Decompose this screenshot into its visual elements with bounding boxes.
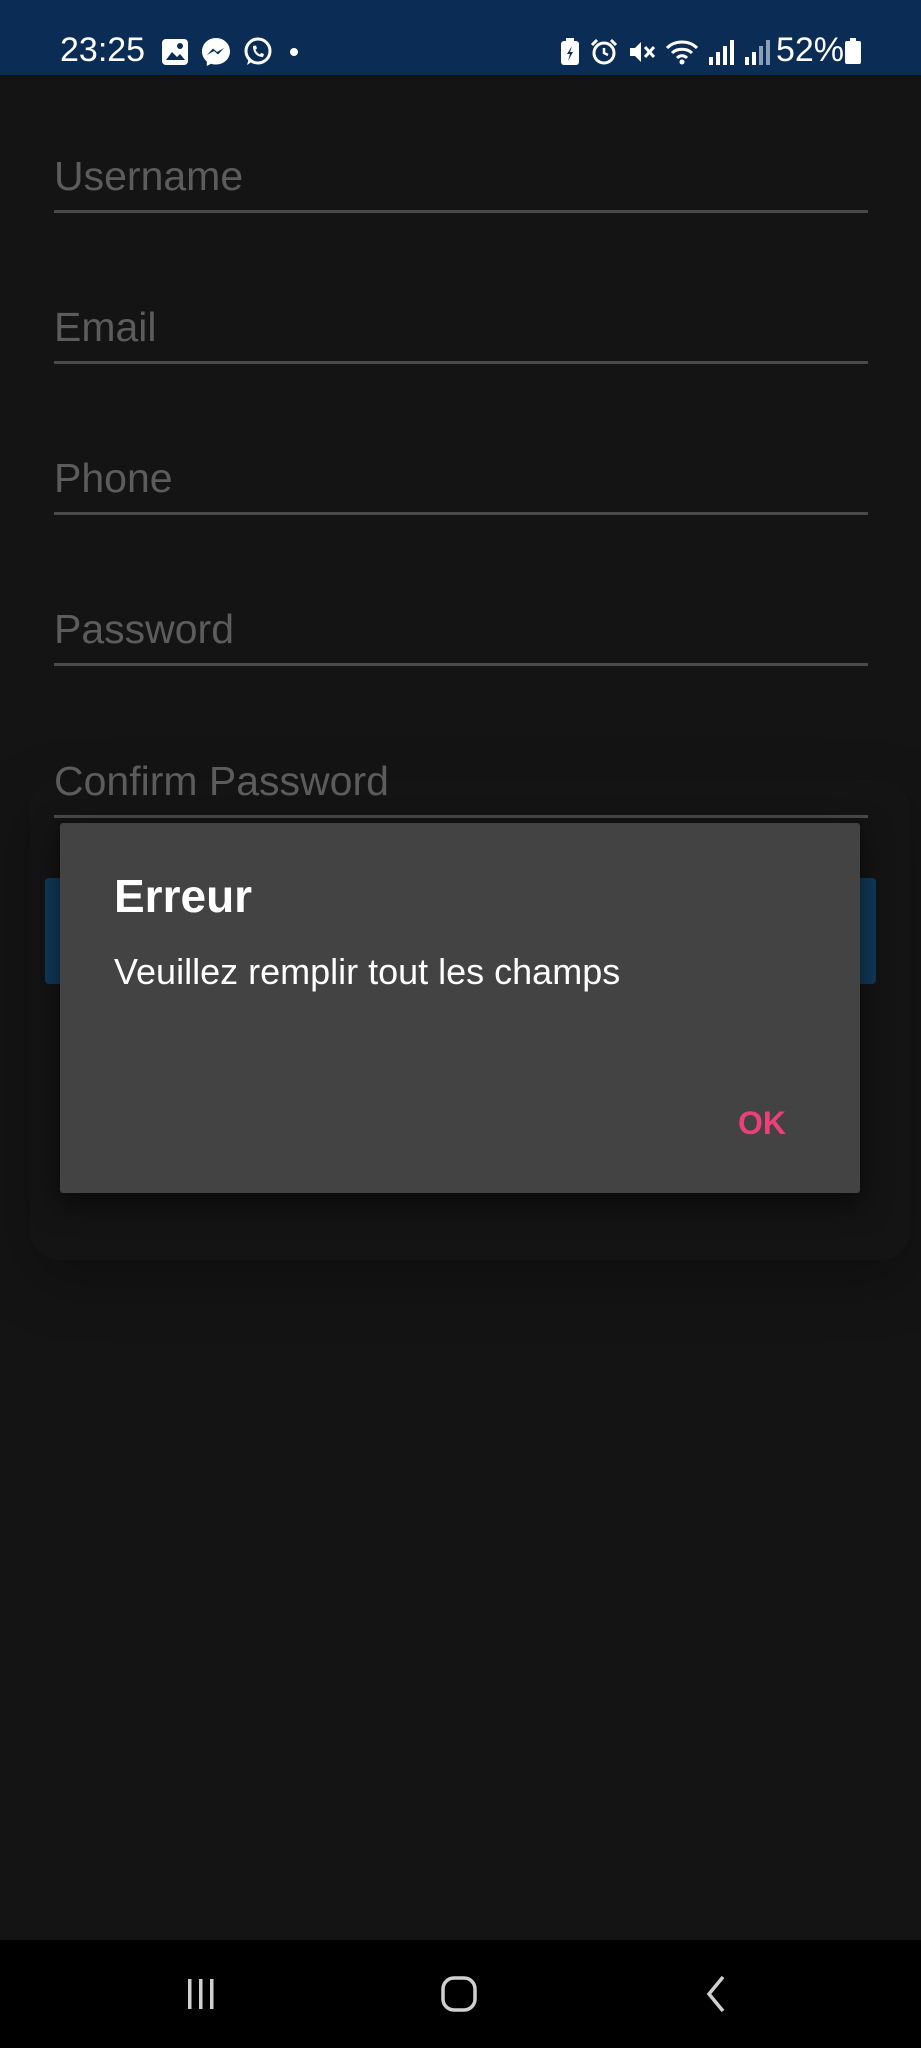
home-button[interactable]: [419, 1964, 499, 2024]
ok-button[interactable]: OK: [730, 1103, 794, 1143]
alarm-icon: [590, 38, 618, 65]
navigation-bar: [0, 1940, 921, 2048]
gallery-icon: [162, 39, 188, 65]
whatsapp-icon: [244, 37, 272, 65]
status-time: 23:25: [60, 31, 146, 69]
status-left-icons: [160, 36, 304, 68]
messenger-icon: [202, 38, 230, 66]
error-dialog: Erreur Veuillez remplir tout les champs …: [60, 823, 860, 1193]
status-bar: 23:25 52%: [0, 0, 921, 75]
status-right-icons: [559, 36, 771, 68]
battery-percent: 52%: [775, 31, 844, 69]
notification-dot-icon: [290, 48, 298, 56]
battery-saver-icon: [561, 38, 579, 65]
home-icon: [441, 1976, 477, 2012]
back-icon: [706, 1975, 725, 2013]
wifi-icon: [665, 40, 699, 65]
battery-icon: [845, 38, 861, 64]
recent-apps-icon: [188, 1979, 214, 2009]
back-button[interactable]: [677, 1964, 757, 2024]
signal-icon: [745, 40, 770, 65]
recent-apps-button[interactable]: [161, 1964, 241, 2024]
mute-icon: [630, 42, 656, 62]
signal-icon: [709, 40, 734, 65]
dialog-title: Erreur: [114, 870, 253, 922]
dialog-message: Veuillez remplir tout les champs: [114, 951, 621, 992]
